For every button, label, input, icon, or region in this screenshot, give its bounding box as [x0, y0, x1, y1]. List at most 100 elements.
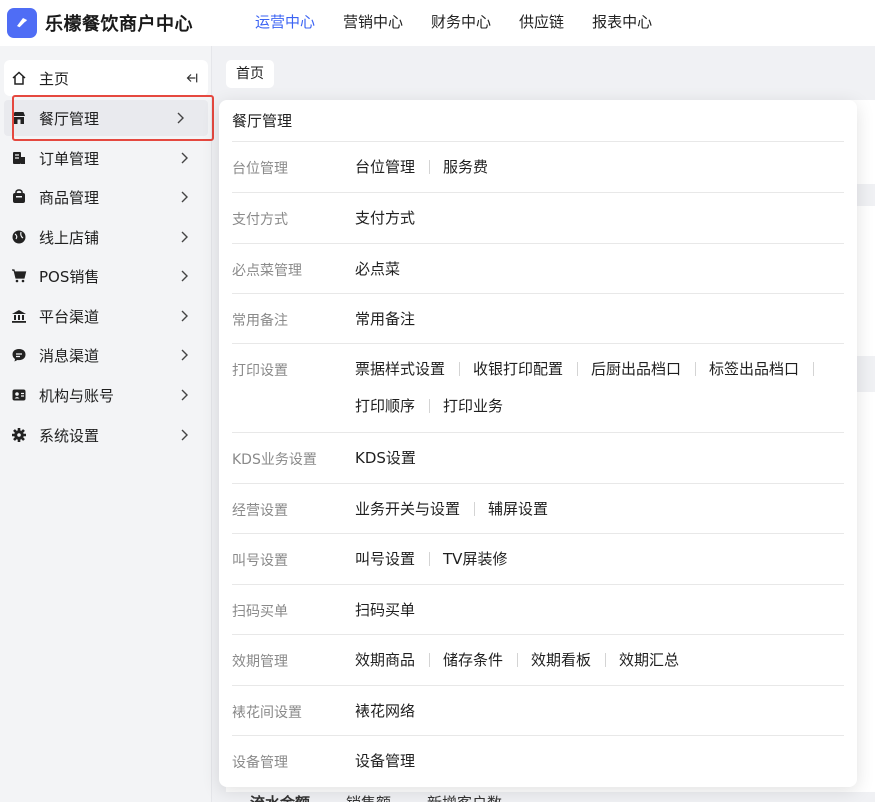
menu-row-category: 经营设置	[232, 503, 288, 519]
menu-row: 常用备注 常用备注	[232, 294, 844, 344]
chevron-right-icon	[178, 388, 192, 402]
menu-link[interactable]: KDS设置	[355, 449, 416, 467]
sidebar-item-label: 平台渠道	[39, 307, 100, 326]
menu-row-category: 效期管理	[232, 654, 288, 670]
menu-link[interactable]: 效期商品	[355, 651, 443, 669]
menu-row: 打印设置 票据样式设置 收银打印配置 后厨出品档口 标签出品档口 打印顺序 打印…	[232, 344, 844, 433]
sidebar-item-label: 系统设置	[39, 426, 100, 445]
sidebar-item-label: 线上店铺	[39, 228, 100, 247]
sidebar-item-label: POS销售	[39, 267, 100, 286]
menu-link[interactable]: 台位管理	[355, 158, 443, 176]
gear-icon	[10, 426, 28, 444]
menu-link[interactable]: 业务开关与设置	[355, 500, 488, 518]
breadcrumb-tab-home[interactable]: 首页	[226, 60, 274, 88]
store-icon	[10, 109, 28, 127]
menu-link[interactable]: 设备管理	[355, 752, 415, 770]
menu-link[interactable]: 打印顺序	[355, 397, 443, 415]
chevron-right-icon	[178, 151, 192, 165]
sidebar-item-label: 机构与账号	[39, 386, 115, 405]
menu-link[interactable]: 支付方式	[355, 209, 415, 227]
brand-name: 乐檬餐饮商户中心	[45, 14, 193, 35]
menu-row-category: 台位管理	[232, 161, 288, 177]
top-bar: 乐檬餐饮商户中心 运营中心 营销中心 财务中心 供应链 报表中心	[0, 0, 875, 46]
sidebar-item-restaurant[interactable]: 餐厅管理	[4, 100, 208, 136]
sidebar-item-label: 主页	[39, 69, 70, 88]
menu-row: KDS业务设置 KDS设置	[232, 433, 844, 484]
menu-link[interactable]: 扫码买单	[355, 601, 415, 619]
tab-flow-amount[interactable]: 流水金额	[250, 792, 310, 802]
menu-row: 支付方式 支付方式	[232, 193, 844, 244]
menu-row-category: 必点菜管理	[232, 263, 302, 279]
bank-icon	[10, 307, 28, 325]
sidebar-item-goods[interactable]: 商品管理	[0, 179, 212, 215]
menu-link[interactable]: 票据样式设置	[355, 360, 473, 378]
menu-row: 扫码买单 扫码买单	[232, 585, 844, 635]
sidebar-item-home[interactable]: 主页	[4, 60, 208, 96]
cart-icon	[10, 267, 28, 285]
topnav-finance[interactable]: 财务中心	[417, 0, 505, 46]
menu-row: 效期管理 效期商品 储存条件 效期看板 效期汇总	[232, 635, 844, 686]
sidebar-item-system-settings[interactable]: 系统设置	[0, 417, 212, 453]
menu-row: 必点菜管理 必点菜	[232, 244, 844, 294]
menu-row-category: 设备管理	[232, 755, 288, 771]
menu-link[interactable]: 必点菜	[355, 260, 400, 278]
menu-link[interactable]: 标签出品档口	[709, 360, 827, 378]
menu-link[interactable]: 辅屏设置	[488, 500, 548, 518]
menu-link[interactable]: 打印业务	[443, 397, 503, 415]
sidebar-item-label: 消息渠道	[39, 346, 100, 365]
sidebar-item-org-accounts[interactable]: 机构与账号	[0, 377, 212, 413]
collapse-sidebar-icon[interactable]	[184, 71, 198, 85]
menu-row: 台位管理 台位管理 服务费	[232, 142, 844, 193]
stats-tabs: 流水金额 销售额 新增客户数	[250, 792, 502, 802]
menu-link[interactable]: 效期看板	[531, 651, 619, 669]
chevron-right-icon	[178, 348, 192, 362]
topnav-reports[interactable]: 报表中心	[578, 0, 666, 46]
goods-icon	[10, 188, 28, 206]
restaurant-menu-panel: 餐厅管理 台位管理 台位管理 服务费 支付方式 支付方式 必点菜管理 必点菜 常…	[219, 100, 857, 787]
sidebar: 主页 餐厅管理 订单管理 商品管理 线上店铺 POS销售 平台渠道 消息渠道 机…	[0, 46, 212, 802]
menu-row-category: 裱花间设置	[232, 705, 302, 721]
menu-row-category: KDS业务设置	[232, 452, 317, 468]
menu-link[interactable]: 储存条件	[443, 651, 531, 669]
menu-link[interactable]: 服务费	[443, 158, 488, 176]
menu-link[interactable]: TV屏装修	[443, 550, 507, 568]
home-icon	[10, 69, 28, 87]
chevron-right-icon	[178, 428, 192, 442]
sidebar-item-label: 商品管理	[39, 188, 100, 207]
chevron-right-icon	[174, 111, 188, 125]
menu-link[interactable]: 叫号设置	[355, 550, 443, 568]
menu-row-category: 支付方式	[232, 212, 288, 228]
sidebar-item-platform-channel[interactable]: 平台渠道	[0, 298, 212, 334]
menu-link[interactable]: 收银打印配置	[473, 360, 591, 378]
menu-link[interactable]: 常用备注	[355, 310, 415, 328]
chevron-right-icon	[178, 309, 192, 323]
tab-sales[interactable]: 销售额	[346, 792, 391, 802]
sidebar-item-label: 餐厅管理	[39, 109, 100, 128]
sidebar-item-pos-sales[interactable]: POS销售	[0, 258, 212, 294]
chevron-right-icon	[178, 190, 192, 204]
sidebar-item-online-store[interactable]: 线上店铺	[0, 219, 212, 255]
message-icon	[10, 346, 28, 364]
topnav-operations[interactable]: 运营中心	[241, 0, 329, 46]
menu-link[interactable]: 效期汇总	[619, 651, 679, 669]
menu-row: 经营设置 业务开关与设置 辅屏设置	[232, 484, 844, 534]
panel-title: 餐厅管理	[232, 112, 293, 130]
menu-row-category: 打印设置	[232, 363, 288, 379]
menu-link[interactable]: 裱花网络	[355, 702, 415, 720]
sidebar-item-orders[interactable]: 订单管理	[0, 140, 212, 176]
top-nav: 运营中心 营销中心 财务中心 供应链 报表中心	[241, 0, 666, 46]
sidebar-item-message-channel[interactable]: 消息渠道	[0, 337, 212, 373]
menu-row-category: 常用备注	[232, 313, 288, 329]
chevron-right-icon	[178, 230, 192, 244]
tab-new-customers[interactable]: 新增客户数	[427, 792, 502, 802]
menu-link[interactable]: 后厨出品档口	[591, 360, 709, 378]
topnav-marketing[interactable]: 营销中心	[329, 0, 417, 46]
sidebar-item-label: 订单管理	[39, 149, 100, 168]
brand-logo[interactable]	[7, 8, 37, 38]
globe-icon	[10, 228, 28, 246]
menu-row: 裱花间设置 裱花网络	[232, 686, 844, 736]
topnav-supply-chain[interactable]: 供应链	[505, 0, 578, 46]
menu-row-category: 叫号设置	[232, 553, 288, 569]
order-icon	[10, 149, 28, 167]
menu-row-category: 扫码买单	[232, 604, 288, 620]
